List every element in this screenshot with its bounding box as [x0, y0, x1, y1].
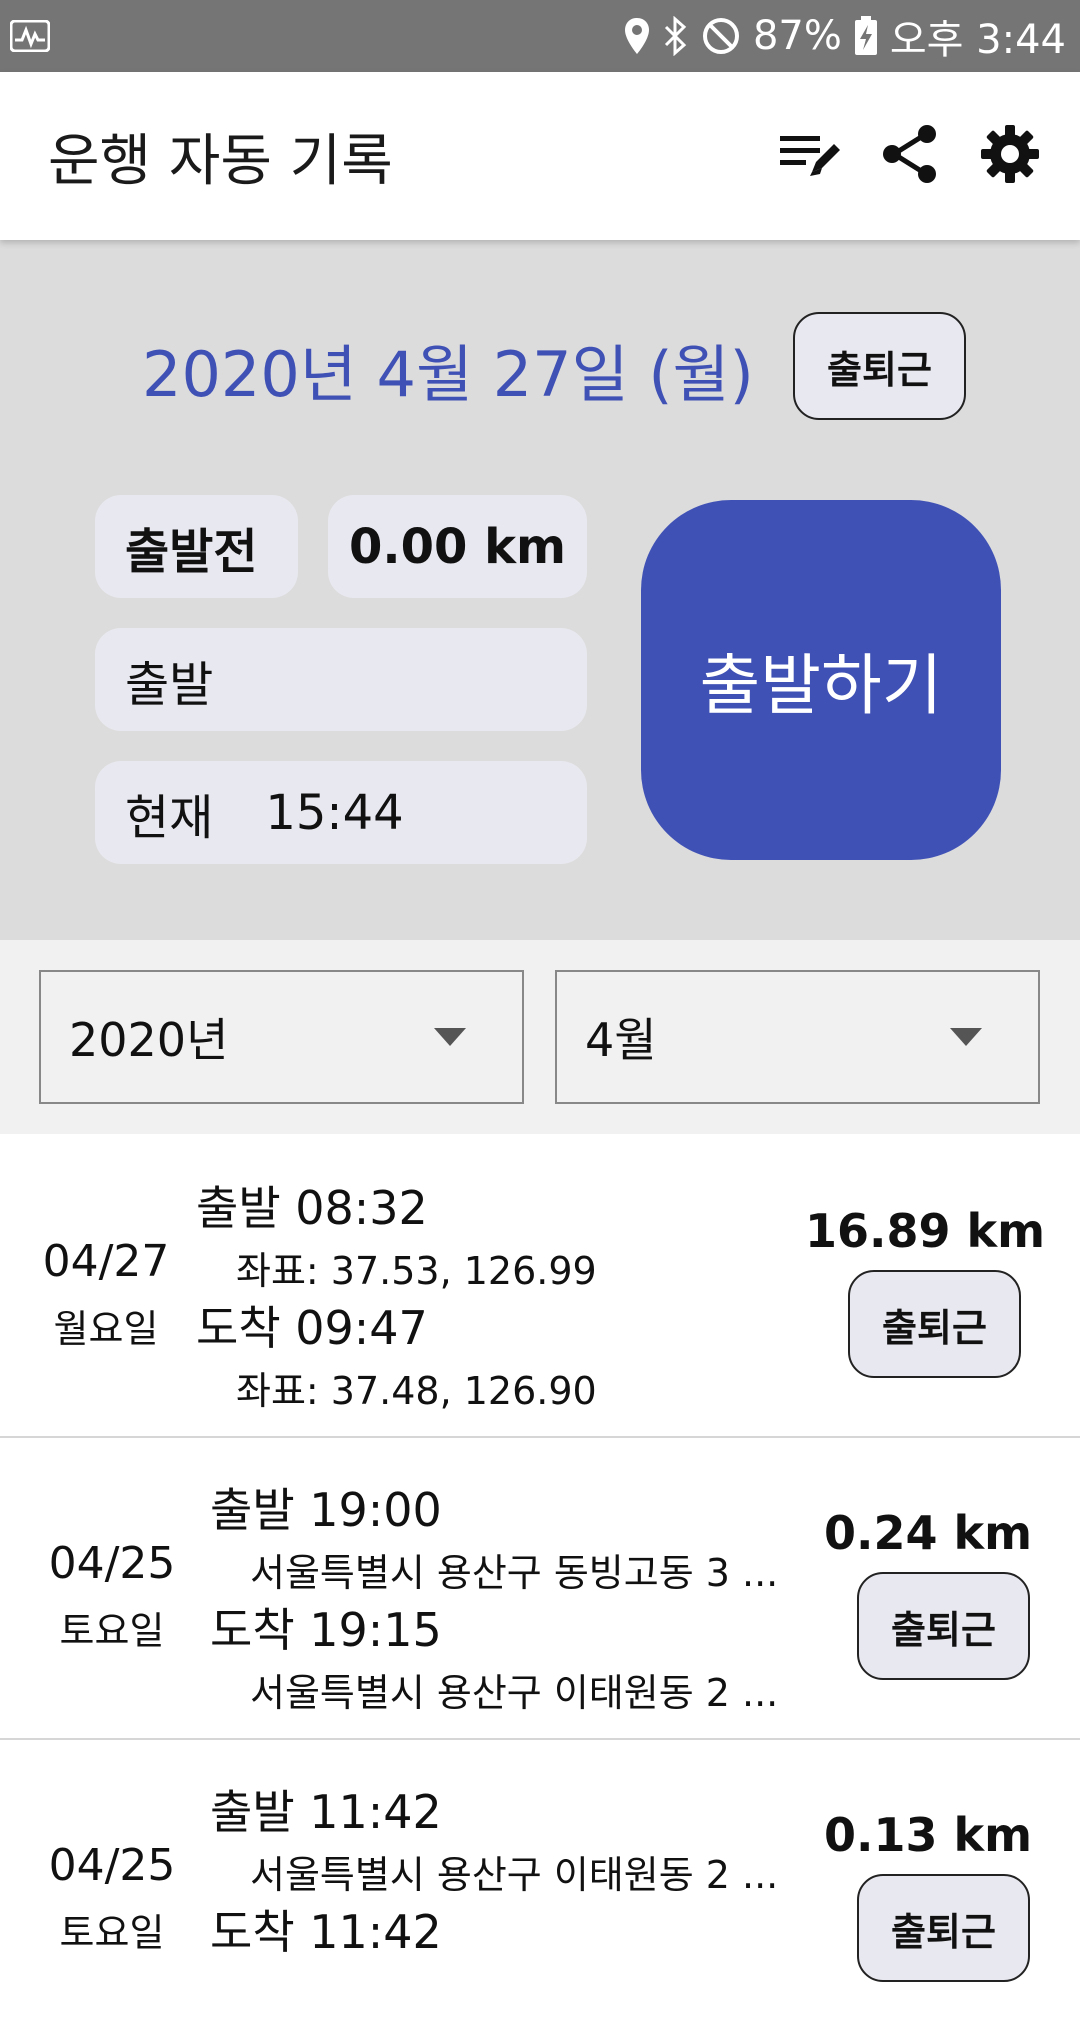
filter-bar: 2020년 4월 [0, 940, 1080, 1134]
settings-button[interactable] [960, 106, 1060, 206]
clock: 오후 3:44 [889, 17, 1066, 63]
list-item[interactable]: 04/25 토요일 출발 11:42 서울특별시 용산구 이태원동 2 ... … [0, 1740, 1080, 2040]
record-weekday: 월요일 [53, 1307, 159, 1351]
battery-percent: 87% [752, 13, 842, 59]
record-depart-detail: 서울특별시 용산구 이태원동 2 ... [250, 1853, 779, 1897]
record-arrive: 도착 11:42 [210, 1905, 442, 1959]
status-bar: 87% 오후 3:44 [0, 0, 1080, 72]
record-depart-detail: 좌표: 37.53, 126.99 [236, 1249, 597, 1293]
record-depart: 출발 08:32 [196, 1181, 428, 1235]
current-time-field: 현재 15:44 [95, 761, 587, 864]
year-select[interactable]: 2020년 [39, 970, 524, 1104]
record-distance: 0.24 km [824, 1506, 1033, 1560]
now-time: 15:44 [265, 784, 404, 841]
edit-list-button[interactable] [760, 106, 860, 206]
month-select-value: 4월 [585, 1013, 657, 1067]
list-item[interactable]: 04/25 토요일 출발 19:00 서울특별시 용산구 동빙고동 3 ... … [0, 1438, 1080, 1740]
record-commute-button[interactable]: 출퇴근 [857, 1572, 1030, 1680]
share-icon [880, 124, 940, 188]
record-arrive: 도착 19:15 [210, 1603, 442, 1657]
year-select-value: 2020년 [69, 1013, 229, 1067]
depart-field: 출발 [95, 628, 587, 731]
record-arrive-detail: 좌표: 37.48, 126.90 [236, 1369, 597, 1413]
record-depart: 출발 19:00 [210, 1483, 442, 1537]
record-weekday: 토요일 [59, 1911, 165, 1955]
record-depart: 출발 11:42 [210, 1785, 442, 1839]
record-date: 04/27 [42, 1236, 170, 1287]
trip-status: 출발전 [95, 495, 298, 598]
trip-panel: 2020년 4월 27일 (월) 출퇴근 출발전 0.00 km 출발 현재 1… [0, 240, 1080, 940]
record-date: 04/25 [48, 1840, 176, 1891]
list-item[interactable]: 04/27 월요일 출발 08:32 좌표: 37.53, 126.99 도착 … [0, 1134, 1080, 1438]
battery-charging-icon [854, 16, 878, 56]
depart-label: 출발 [125, 656, 214, 713]
record-depart-detail: 서울특별시 용산구 동빙고동 3 ... [250, 1551, 779, 1595]
record-commute-button[interactable]: 출퇴근 [848, 1270, 1021, 1378]
share-button[interactable] [860, 106, 960, 206]
do-not-disturb-icon [701, 16, 741, 56]
location-icon [623, 16, 651, 56]
bluetooth-icon [663, 16, 689, 56]
record-weekday: 토요일 [59, 1609, 165, 1653]
edit-list-icon [778, 128, 842, 184]
page-title: 운행 자동 기록 [48, 128, 393, 194]
trip-distance: 0.00 km [328, 495, 587, 598]
now-label: 현재 [125, 789, 214, 846]
record-distance: 0.13 km [824, 1808, 1033, 1862]
start-trip-button[interactable]: 출발하기 [641, 500, 1001, 860]
chevron-down-icon [434, 1028, 466, 1046]
activity-icon [10, 20, 50, 52]
chevron-down-icon [950, 1028, 982, 1046]
record-distance: 16.89 km [805, 1204, 1046, 1258]
month-select[interactable]: 4월 [555, 970, 1040, 1104]
commute-type-button[interactable]: 출퇴근 [793, 312, 966, 420]
record-commute-button[interactable]: 출퇴근 [857, 1874, 1030, 1982]
record-arrive: 도착 09:47 [196, 1301, 428, 1355]
settings-icon [979, 123, 1041, 189]
app-bar: 운행 자동 기록 [0, 72, 1080, 240]
record-date: 04/25 [48, 1538, 176, 1589]
record-arrive-detail: 서울특별시 용산구 이태원동 2 ... [250, 1671, 779, 1715]
current-date: 2020년 4월 27일 (월) [142, 338, 754, 411]
